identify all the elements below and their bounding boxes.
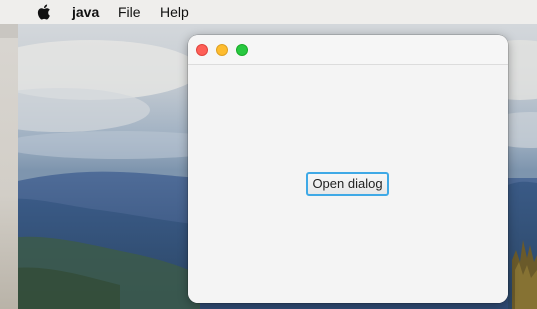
desktop-screen: java File Help Open dialog <box>0 0 537 309</box>
window-minimize-button[interactable] <box>216 44 228 56</box>
menu-file[interactable]: File <box>118 4 141 20</box>
open-dialog-button[interactable]: Open dialog <box>306 172 389 196</box>
left-dock-edge <box>0 24 18 309</box>
menu-bar: java File Help <box>0 0 537 24</box>
apple-icon[interactable] <box>37 3 53 21</box>
menu-help[interactable]: Help <box>160 4 189 20</box>
menu-app-name[interactable]: java <box>72 4 99 20</box>
window-zoom-button[interactable] <box>236 44 248 56</box>
window-close-button[interactable] <box>196 44 208 56</box>
window-titlebar[interactable] <box>188 35 508 65</box>
app-window: Open dialog <box>188 35 508 303</box>
left-dock-edge-top <box>0 24 18 38</box>
window-content: Open dialog <box>188 65 508 303</box>
